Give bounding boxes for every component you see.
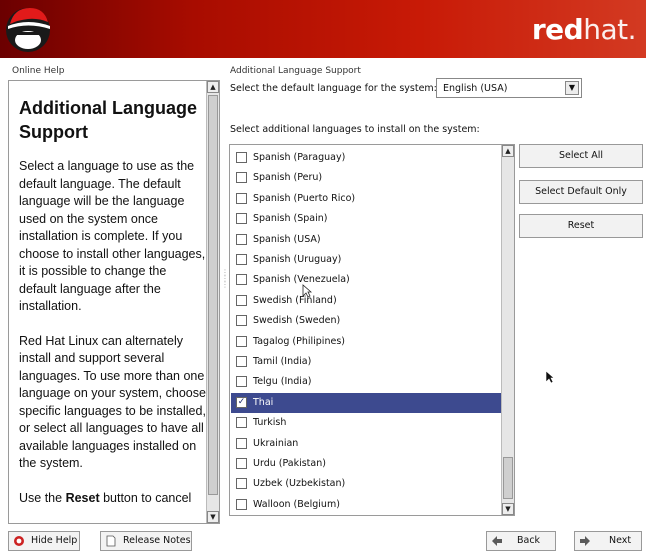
language-row[interactable]: Tamil (India): [231, 352, 501, 372]
select-all-button[interactable]: Select All: [519, 144, 643, 168]
language-row[interactable]: Spanish (Uruguay): [231, 250, 501, 270]
language-row[interactable]: Spanish (Paraguay): [231, 148, 501, 168]
language-label: Swedish (Sweden): [253, 315, 341, 327]
language-checkbox[interactable]: [236, 233, 247, 245]
reset-button[interactable]: Reset: [519, 214, 643, 238]
lifebuoy-help-icon: [14, 536, 24, 546]
language-label: Spanish (Peru): [253, 172, 323, 184]
redhat-wordmark: redhat.: [531, 13, 637, 46]
language-checkbox[interactable]: [236, 152, 247, 163]
mouse-pointer-icon: [545, 370, 555, 384]
section-title: Additional Language Support: [230, 66, 361, 76]
scroll-up-arrow-icon[interactable]: ▲: [207, 81, 219, 93]
language-checkbox[interactable]: [236, 356, 247, 367]
language-label: Spanish (Spain): [253, 213, 328, 225]
hide-help-button[interactable]: Hide Help: [8, 531, 80, 551]
default-language-dropdown[interactable]: English (USA) ▼: [436, 78, 582, 98]
language-checkbox[interactable]: [236, 274, 247, 286]
language-label: Ukrainian: [253, 437, 299, 449]
language-label: Tamil (India): [253, 356, 312, 367]
language-label: Spanish (Puerto Rico): [253, 192, 356, 204]
chevron-down-icon[interactable]: ▼: [565, 81, 579, 95]
scroll-down-arrow-icon[interactable]: ▼: [207, 511, 219, 523]
default-language-value: English (USA): [443, 83, 508, 94]
language-label: Uzbek (Uzbekistan): [253, 478, 346, 490]
help-panel: Additional Language Support Select a lan…: [8, 80, 220, 524]
language-row[interactable]: Tagalog (Philipines): [231, 332, 501, 352]
language-row[interactable]: Spanish (Spain): [231, 209, 501, 229]
language-checkbox[interactable]: [236, 254, 247, 265]
language-row[interactable]: Swedish (Sweden): [231, 311, 501, 331]
language-checkbox[interactable]: [236, 437, 247, 449]
help-content: Additional Language Support Select a lan…: [19, 96, 207, 524]
language-label: Thai: [253, 396, 274, 408]
language-row[interactable]: Uzbek (Uzbekistan): [231, 474, 501, 494]
language-checkbox[interactable]: [236, 213, 247, 225]
language-list-scrollbar[interactable]: ▲ ▼: [501, 145, 514, 515]
select-default-only-button[interactable]: Select Default Only: [519, 180, 643, 204]
language-list[interactable]: Spanish (Paraguay) Spanish (Peru) Spanish …: [229, 144, 515, 516]
language-checkbox[interactable]: [236, 417, 247, 429]
release-notes-button[interactable]: Release Notes: [100, 531, 192, 551]
document-icon: [106, 535, 116, 547]
language-label: Turkish: [253, 417, 287, 429]
language-row[interactable]: ✓ Thai: [231, 392, 501, 414]
language-label: Urdu (Pakistan): [253, 458, 326, 469]
pane-splitter-handle[interactable]: ⋮ ⋮ ⋮: [221, 269, 229, 310]
language-label: Walloon (Belgium): [253, 498, 340, 510]
header-banner: redhat.: [0, 0, 646, 58]
language-label: Spanish (Uruguay): [253, 254, 342, 265]
help-scrollbar[interactable]: ▲ ▼: [206, 81, 219, 523]
language-label: Telgu (India): [253, 376, 312, 388]
language-checkbox[interactable]: [236, 376, 247, 388]
language-row[interactable]: Spanish (Puerto Rico): [231, 189, 501, 209]
language-checkbox[interactable]: [236, 294, 247, 306]
help-heading: Additional Language Support: [19, 98, 197, 142]
help-paragraph-cut: Use the Reset button to cancel: [19, 490, 192, 505]
back-button[interactable]: Back: [486, 531, 556, 551]
language-row[interactable]: Turkish: [231, 413, 501, 433]
language-list-scroll-thumb[interactable]: [503, 457, 513, 499]
language-row[interactable]: Spanish (Peru): [231, 168, 501, 188]
arrow-left-icon: [492, 536, 502, 546]
help-paragraph: Red Hat Linux can alternately install an…: [19, 333, 206, 471]
language-label: Spanish (Paraguay): [253, 152, 346, 163]
language-row[interactable]: Spanish (USA): [231, 230, 501, 250]
language-label: Spanish (USA): [253, 233, 321, 245]
language-checkbox[interactable]: [236, 458, 247, 469]
redhat-shadowman-logo-icon: [6, 8, 50, 52]
language-row[interactable]: Walloon (Belgium): [231, 495, 501, 515]
language-checkbox[interactable]: [236, 478, 247, 490]
additional-languages-label: Select additional languages to install o…: [230, 124, 480, 135]
language-row[interactable]: Ukrainian: [231, 434, 501, 454]
arrow-right-icon: [580, 536, 590, 546]
scroll-down-arrow-icon[interactable]: ▼: [502, 503, 514, 515]
next-button[interactable]: Next: [574, 531, 642, 551]
language-label: Tagalog (Philipines): [253, 335, 345, 347]
scroll-up-arrow-icon[interactable]: ▲: [502, 145, 514, 157]
help-paragraph: Select a language to use as the default …: [19, 159, 206, 313]
help-scroll-thumb[interactable]: [208, 95, 218, 495]
language-row[interactable]: Telgu (India): [231, 372, 501, 392]
language-label: Swedish (Finland): [253, 294, 337, 306]
language-checkbox[interactable]: ✓: [236, 396, 247, 408]
language-checkbox[interactable]: [236, 172, 247, 184]
help-panel-title: Online Help: [12, 66, 65, 76]
language-checkbox[interactable]: [236, 498, 247, 510]
language-checkbox[interactable]: [236, 335, 247, 347]
language-row[interactable]: Swedish (Finland): [231, 291, 501, 311]
language-checkbox[interactable]: [236, 315, 247, 327]
default-language-label: Select the default language for the syst…: [230, 83, 437, 94]
mouse-pointer-icon: [302, 284, 312, 298]
language-checkbox[interactable]: [236, 192, 247, 204]
language-row[interactable]: Urdu (Pakistan): [231, 454, 501, 474]
language-row[interactable]: Spanish (Venezuela): [231, 270, 501, 290]
